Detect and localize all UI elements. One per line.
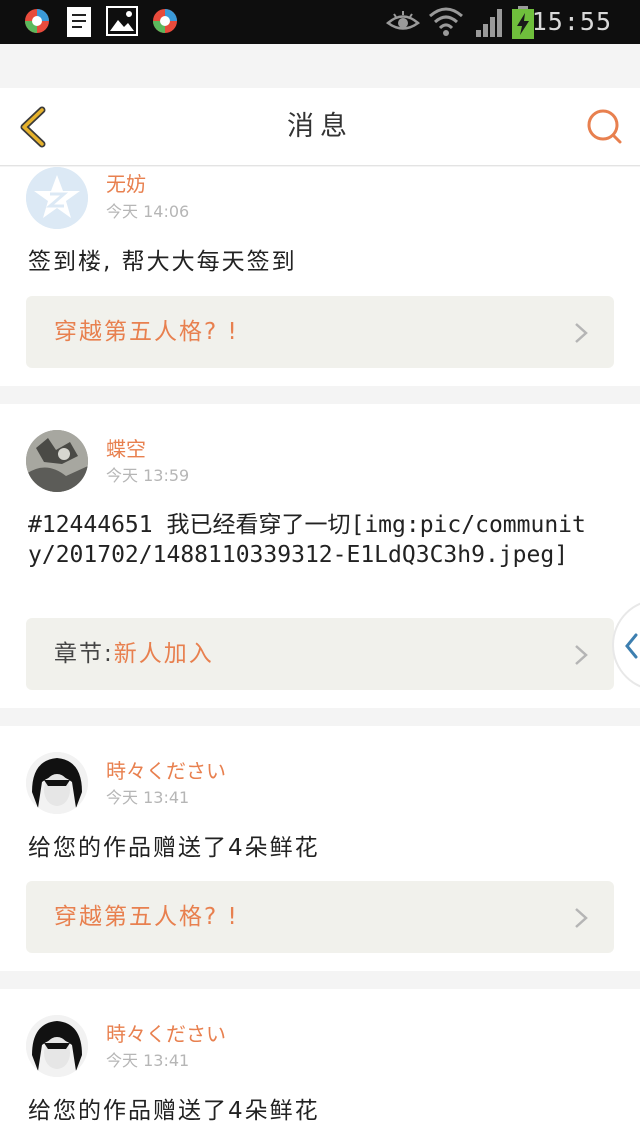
app-badge-icon [153,9,177,33]
message-text: 给您的作品赠送了4朵鲜花 [28,835,320,861]
user-photo-icon [26,1015,88,1077]
ref-label: 章节: [54,641,114,667]
ref-value: 新人加入 [113,641,214,667]
search-icon[interactable] [584,106,626,148]
message-text: 给您的作品赠送了4朵鲜花 [28,1098,320,1124]
chevron-right-icon [575,323,588,343]
ref-value: 穿越第五人格? ! [54,319,239,345]
ref-link[interactable]: 章节:新人加入 [26,618,614,690]
timestamp: 今天 13:41 [106,788,190,807]
avatar[interactable] [26,1015,88,1077]
timestamp: 今天 14:06 [106,202,190,221]
message-card: 蝶空 今天 13:59 #12444651 我已经看穿了一切[img:pic/c… [0,404,640,708]
page-title: 消息 [287,111,353,142]
ref-link[interactable]: 穿越第五人格? ! [26,296,614,368]
status-time: 15:55 [531,7,612,36]
signal-icon [476,9,502,37]
timestamp: 今天 13:59 [106,466,190,485]
ref-link[interactable]: 穿越第五人格? ! [26,881,614,953]
username[interactable]: 蝶空 [106,436,146,462]
timestamp: 今天 13:41 [106,1051,190,1070]
nav-bar: 消息 [0,88,640,166]
wifi-icon [429,7,463,36]
chevron-right-icon [575,908,588,928]
status-bar: 15:55 [0,0,640,44]
username[interactable]: 无妨 [106,171,146,197]
user-photo-icon [26,430,88,492]
username[interactable]: 時々ください [106,1021,226,1047]
user-photo-icon [26,752,88,814]
chevron-left-icon [625,633,638,659]
message-text: 签到楼, 帮大大每天签到 [28,249,297,275]
message-card: 時々ください 今天 13:41 给您的作品赠送了4朵鲜花 [0,989,640,1138]
message-text: #12444651 我已经看穿了一切[img:pic/community/201… [28,512,586,568]
avatar[interactable] [26,167,88,229]
message-card: 時々ください 今天 13:41 给您的作品赠送了4朵鲜花 穿越第五人格? ! [0,726,640,971]
app-badge-icon [25,9,49,33]
message-list[interactable]: 无妨 今天 14:06 签到楼, 帮大大每天签到 穿越第五人格? ! 蝶空 今天… [0,167,640,1138]
avatar[interactable] [26,752,88,814]
chevron-right-icon [575,645,588,665]
message-card: 无妨 今天 14:06 签到楼, 帮大大每天签到 穿越第五人格? ! [0,167,640,386]
username[interactable]: 時々ください [106,758,226,784]
default-avatar-icon [26,167,88,229]
image-icon [106,6,138,36]
eye-icon [386,11,420,30]
document-icon [67,7,91,37]
ref-value: 穿越第五人格? ! [54,904,239,930]
avatar[interactable] [26,430,88,492]
